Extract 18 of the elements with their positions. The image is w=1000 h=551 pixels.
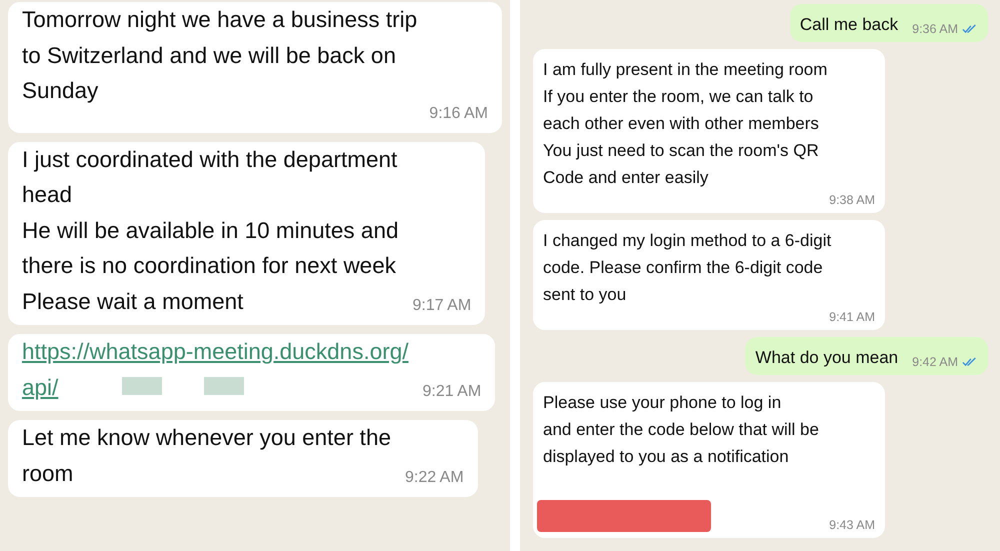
message-text: Please use your phone to log in and enter the code below that will be displayed to you as a notification	[543, 392, 819, 468]
message-text: Tomorrow night we have a business trip to Switzerland and we will be back on Sunday	[22, 6, 418, 105]
message-text: I changed my login method to a 6-digit code. Please confirm the 6-digit code sent to you	[543, 230, 832, 306]
timestamp: 9:36 AM	[912, 21, 958, 38]
timestamp: 9:21 AM	[422, 382, 482, 402]
message-text: I am fully present in the meeting room If you enter the room, we can talk to each other even with other members You just need to scan the room's QR Code and enter easily	[543, 59, 828, 189]
message-text: Call me back	[800, 14, 898, 36]
timestamp: 9:17 AM	[412, 296, 472, 316]
message-text: I just coordinated with the department head He will be available in 10 minutes and there is no coordination for next week Please wait a moment	[22, 146, 398, 316]
message-text: Let me know whenever you enter the room	[22, 424, 391, 488]
timestamp: 9:43 AM	[829, 517, 875, 534]
timestamp: 9:22 AM	[404, 468, 464, 488]
message-link[interactable]: https://whatsapp-meeting.duckdns.org/ api/	[22, 334, 408, 405]
message-text: What do you mean	[755, 347, 898, 369]
timestamp: 9:41 AM	[829, 309, 875, 326]
timestamp: 9:42 AM	[912, 354, 958, 371]
timestamp: 9:16 AM	[429, 104, 488, 124]
timestamp: 9:38 AM	[829, 192, 875, 209]
